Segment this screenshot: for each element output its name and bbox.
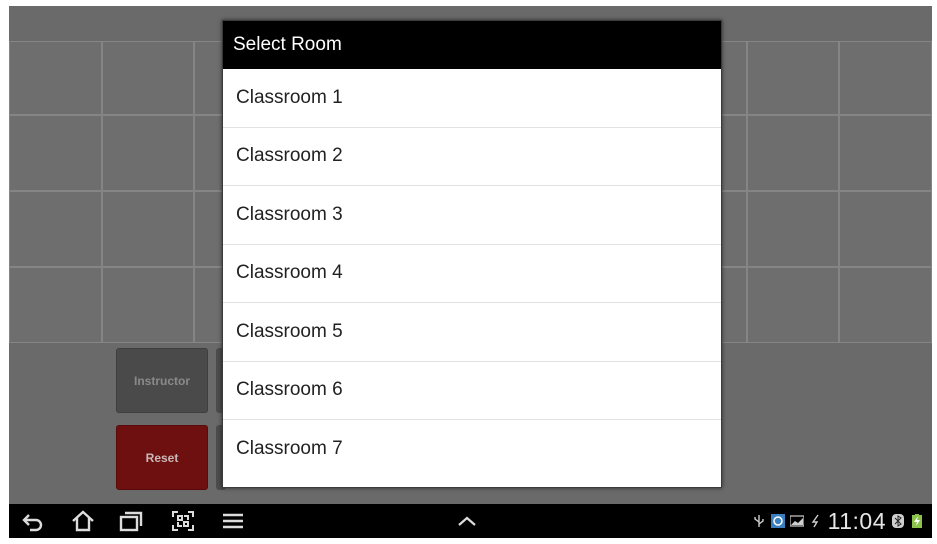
recent-apps-icon[interactable] (119, 510, 143, 532)
menu-icon[interactable] (221, 510, 245, 532)
room-option-classroom-5[interactable]: Classroom 5 (223, 303, 721, 362)
grid-cell[interactable] (9, 191, 102, 267)
battery-charging-icon (912, 514, 922, 528)
dialog-title: Select Room (223, 21, 721, 69)
room-option-classroom-7[interactable]: Classroom 7 (223, 420, 721, 479)
grid-cell[interactable] (102, 267, 194, 343)
reset-button[interactable]: Reset (116, 425, 208, 490)
grid-cell[interactable] (9, 115, 102, 191)
grid-cell[interactable] (839, 115, 932, 191)
room-option-classroom-6[interactable]: Classroom 6 (223, 361, 721, 420)
usb-icon (753, 515, 764, 527)
grid-cell[interactable] (9, 267, 102, 343)
grid-cell[interactable] (102, 115, 194, 191)
instructor-button[interactable]: Instructor (116, 348, 208, 413)
grid-cell[interactable] (9, 41, 102, 115)
select-room-dialog: Select Room Classroom 1 Classroom 2 Clas… (222, 20, 722, 488)
grid-cell[interactable] (839, 191, 932, 267)
chevron-up-icon[interactable] (455, 510, 479, 532)
grid-cell[interactable] (719, 267, 747, 343)
status-area: 11:04 (752, 504, 924, 538)
grid-cell[interactable] (102, 41, 194, 115)
grid-cell[interactable] (747, 267, 839, 343)
grid-cell[interactable] (747, 115, 839, 191)
room-option-classroom-3[interactable]: Classroom 3 (223, 186, 721, 245)
grid-cell[interactable] (839, 41, 932, 115)
room-list: Classroom 1 Classroom 2 Classroom 3 Clas… (223, 69, 721, 479)
screenshot-icon[interactable] (171, 510, 195, 532)
grid-cell[interactable] (839, 267, 932, 343)
clock: 11:04 (827, 507, 886, 534)
device-screen: Instructor Reset Select Room Classroom 1… (9, 6, 932, 538)
system-nav-bar: 11:04 (9, 504, 932, 538)
room-option-classroom-4[interactable]: Classroom 4 (223, 244, 721, 303)
grid-cell[interactable] (719, 191, 747, 267)
grid-cell[interactable] (747, 41, 839, 115)
image-notification-icon (789, 515, 804, 527)
room-option-classroom-1[interactable]: Classroom 1 (223, 69, 721, 128)
grid-cell[interactable] (719, 115, 747, 191)
back-icon[interactable] (21, 510, 45, 532)
bluetooth-icon (892, 514, 904, 528)
home-icon[interactable] (71, 510, 95, 532)
grid-cell[interactable] (747, 191, 839, 267)
grid-cell[interactable] (719, 41, 747, 115)
room-option-classroom-2[interactable]: Classroom 2 (223, 127, 721, 186)
grid-cell[interactable] (102, 191, 194, 267)
sync-icon (811, 514, 819, 528)
app-notification-icon (770, 514, 785, 528)
